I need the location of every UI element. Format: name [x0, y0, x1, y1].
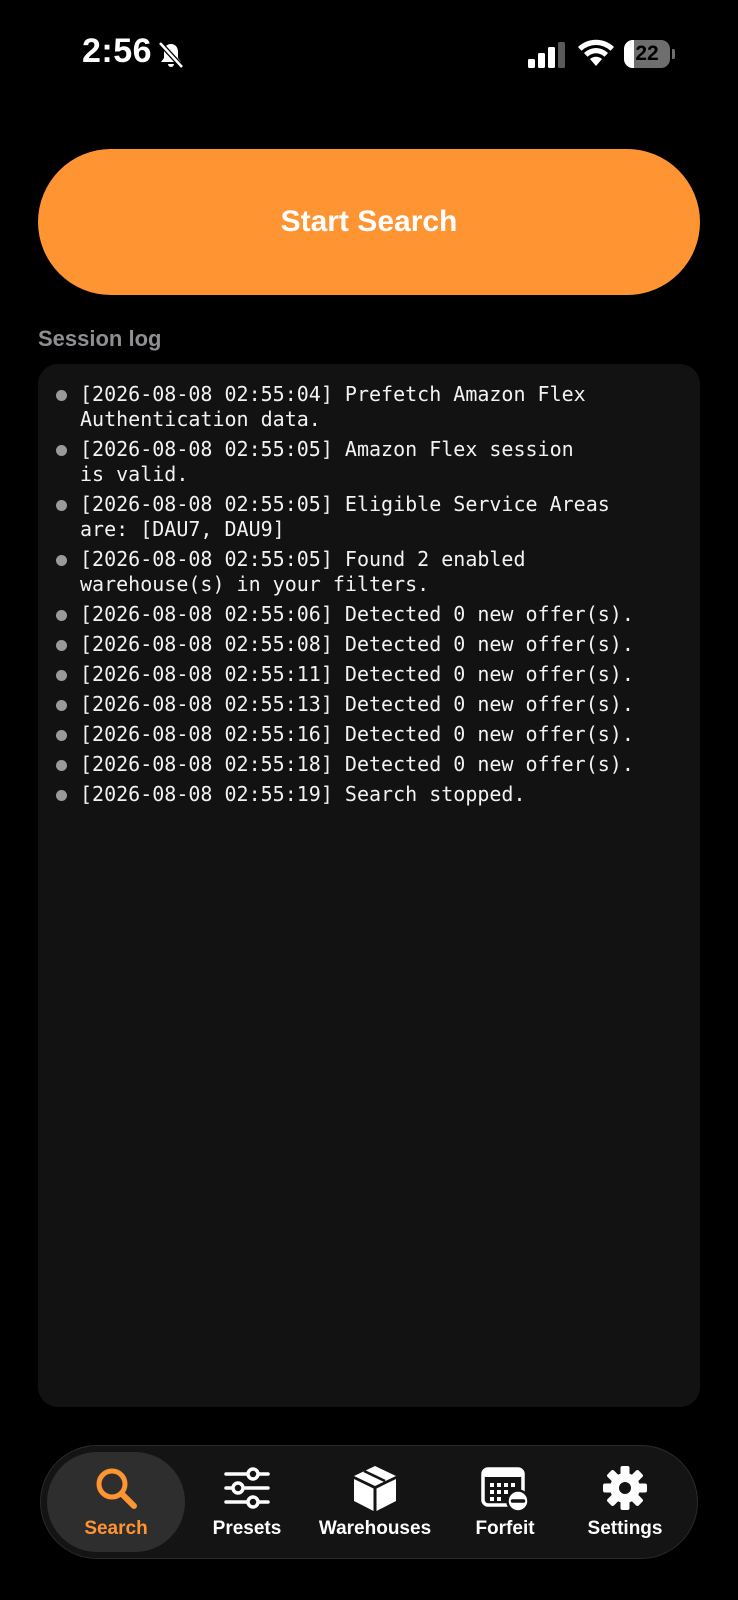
- tab-label-presets: Presets: [212, 1518, 282, 1539]
- search-icon: [96, 1468, 137, 1509]
- log-bullet: [56, 500, 67, 511]
- box-icon: [354, 1466, 396, 1511]
- tab-settings[interactable]: Settings: [559, 1452, 691, 1552]
- wifi-icon: [578, 39, 614, 66]
- log-entry-text: [2026-08-08 02:55:19] Search stopped.: [80, 782, 526, 806]
- log-entry-text: [2026-08-08 02:55:08] Detected 0 new off…: [80, 632, 634, 656]
- log-entry: [2026-08-08 02:55:18] Detected 0 new off…: [56, 752, 684, 777]
- tab-bar: Search Presets Warehouses Forfeit Settin…: [40, 1445, 698, 1559]
- log-bullet: [56, 555, 67, 566]
- status-time: 2:56: [82, 32, 153, 70]
- battery-indicator: 22: [624, 40, 675, 68]
- tab-label-search: Search: [84, 1518, 148, 1539]
- search-screen: 2:56 22 Start Search Session log [2026-0…: [0, 0, 738, 1600]
- gear-icon: [603, 1466, 647, 1510]
- log-bullet: [56, 730, 67, 741]
- log-bullet: [56, 700, 67, 711]
- battery-body: 22: [624, 40, 670, 68]
- tab-search[interactable]: Search: [47, 1452, 185, 1552]
- log-bullet: [56, 790, 67, 801]
- log-entry-text: [2026-08-08 02:55:05] Eligible Service A…: [80, 492, 610, 541]
- log-entry-text: [2026-08-08 02:55:04] Prefetch Amazon Fl…: [80, 382, 586, 431]
- log-entry-text: [2026-08-08 02:55:18] Detected 0 new off…: [80, 752, 634, 776]
- log-entry-text: [2026-08-08 02:55:11] Detected 0 new off…: [80, 662, 634, 686]
- log-entry: [2026-08-08 02:55:16] Detected 0 new off…: [56, 722, 684, 747]
- log-bullet: [56, 610, 67, 621]
- log-bullet: [56, 445, 67, 456]
- session-log-list: [2026-08-08 02:55:04] Prefetch Amazon Fl…: [56, 382, 684, 807]
- log-entry: [2026-08-08 02:55:05] Eligible Service A…: [56, 492, 684, 542]
- calendar-minus-icon: [481, 1467, 529, 1512]
- log-bullet: [56, 670, 67, 681]
- log-entry-text: [2026-08-08 02:55:16] Detected 0 new off…: [80, 722, 634, 746]
- tab-forfeit[interactable]: Forfeit: [449, 1452, 561, 1552]
- cellular-signal-icon: [528, 42, 565, 68]
- log-entry-text: [2026-08-08 02:55:05] Amazon Flex sessio…: [80, 437, 574, 486]
- tab-label-settings: Settings: [587, 1518, 663, 1539]
- session-log-title: Session log: [38, 326, 162, 351]
- log-entry-text: [2026-08-08 02:55:05] Found 2 enabled wa…: [80, 547, 526, 596]
- log-entry: [2026-08-08 02:55:08] Detected 0 new off…: [56, 632, 684, 657]
- log-bullet: [56, 640, 67, 651]
- log-entry-text: [2026-08-08 02:55:06] Detected 0 new off…: [80, 602, 634, 626]
- log-entry: [2026-08-08 02:55:19] Search stopped.: [56, 782, 684, 807]
- status-bar: 2:56 22: [0, 0, 738, 110]
- log-bullet: [56, 760, 67, 771]
- log-entry: [2026-08-08 02:55:13] Detected 0 new off…: [56, 692, 684, 717]
- log-entry: [2026-08-08 02:55:11] Detected 0 new off…: [56, 662, 684, 687]
- log-entry-text: [2026-08-08 02:55:13] Detected 0 new off…: [80, 692, 634, 716]
- log-entry: [2026-08-08 02:55:05] Amazon Flex sessio…: [56, 437, 684, 487]
- session-log-panel[interactable]: [2026-08-08 02:55:04] Prefetch Amazon Fl…: [38, 364, 700, 1407]
- tab-warehouses[interactable]: Warehouses: [303, 1452, 447, 1552]
- log-entry: [2026-08-08 02:55:06] Detected 0 new off…: [56, 602, 684, 627]
- bell-slash-icon: [158, 41, 184, 69]
- battery-cap: [672, 49, 675, 59]
- tab-label-forfeit: Forfeit: [475, 1518, 535, 1539]
- log-bullet: [56, 390, 67, 401]
- start-search-button[interactable]: Start Search: [38, 149, 700, 295]
- battery-percent: 22: [635, 42, 659, 65]
- log-entry: [2026-08-08 02:55:05] Found 2 enabled wa…: [56, 547, 684, 597]
- sliders-icon: [224, 1467, 270, 1509]
- tab-label-warehouses: Warehouses: [318, 1518, 432, 1539]
- tab-presets[interactable]: Presets: [191, 1452, 303, 1552]
- log-entry: [2026-08-08 02:55:04] Prefetch Amazon Fl…: [56, 382, 684, 432]
